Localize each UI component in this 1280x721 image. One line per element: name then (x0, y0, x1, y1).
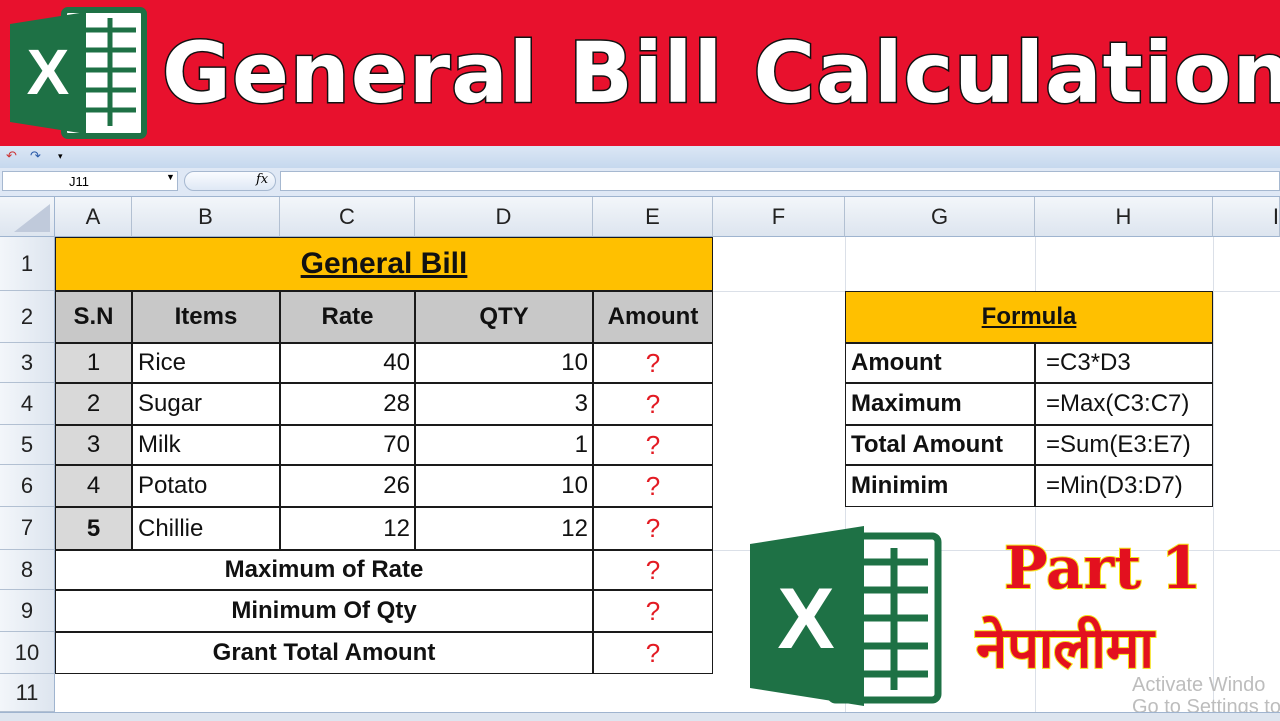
column-header-i[interactable]: I (1213, 197, 1280, 237)
summary-value-min-qty[interactable]: ? (593, 590, 713, 632)
select-all-button[interactable] (0, 197, 55, 237)
name-box[interactable]: J11 (2, 171, 178, 191)
qty-cell[interactable]: 10 (415, 465, 593, 507)
amount-cell[interactable]: ? (593, 343, 713, 383)
row-header-8[interactable]: 8 (0, 550, 55, 590)
amount-cell[interactable]: ? (593, 465, 713, 507)
rate-cell[interactable]: 26 (280, 465, 415, 507)
qty-cell[interactable]: 12 (415, 507, 593, 550)
column-header-h[interactable]: H (1035, 197, 1213, 237)
summary-label-total[interactable]: Grant Total Amount (55, 632, 593, 674)
sn-cell[interactable]: 1 (55, 343, 132, 383)
row-header-7[interactable]: 7 (0, 507, 55, 550)
insert-function-icon[interactable]: fx (256, 172, 268, 187)
column-header-e[interactable]: E (593, 197, 713, 237)
language-label: नेपालीमा (975, 615, 1155, 682)
excel-logo-icon: X (10, 7, 147, 139)
formula-label[interactable]: Total Amount (845, 425, 1035, 465)
formula-value[interactable]: =Min(D3:D7) (1035, 465, 1213, 507)
excel-logo-icon: X (750, 526, 942, 706)
rate-cell[interactable]: 12 (280, 507, 415, 550)
redo-icon[interactable]: ↷ (30, 148, 41, 164)
row-header-5[interactable]: 5 (0, 425, 55, 465)
formula-title-cell[interactable]: Formula (845, 291, 1213, 343)
summary-label-min-qty[interactable]: Minimum Of Qty (55, 590, 593, 632)
formula-value[interactable]: =Max(C3:C7) (1035, 383, 1213, 425)
item-cell[interactable]: Rice (132, 343, 280, 383)
summary-label-max-rate[interactable]: Maximum of Rate (55, 550, 593, 590)
rate-cell[interactable]: 70 (280, 425, 415, 465)
header-rate[interactable]: Rate (280, 291, 415, 343)
qty-cell[interactable]: 1 (415, 425, 593, 465)
rate-cell[interactable]: 28 (280, 383, 415, 425)
summary-value-total[interactable]: ? (593, 632, 713, 674)
column-header-g[interactable]: G (845, 197, 1035, 237)
sn-cell[interactable]: 5 (55, 507, 132, 550)
header-sn[interactable]: S.N (55, 291, 132, 343)
row-header-6[interactable]: 6 (0, 465, 55, 507)
formula-value[interactable]: =C3*D3 (1035, 343, 1213, 383)
amount-cell[interactable]: ? (593, 507, 713, 550)
row-header-9[interactable]: 9 (0, 590, 55, 632)
row-header-10[interactable]: 10 (0, 632, 55, 674)
column-header-f[interactable]: F (713, 197, 845, 237)
item-cell[interactable]: Milk (132, 425, 280, 465)
sn-cell[interactable]: 3 (55, 425, 132, 465)
rate-cell[interactable]: 40 (280, 343, 415, 383)
amount-cell[interactable]: ? (593, 425, 713, 465)
svg-text:X: X (777, 571, 834, 667)
bill-title-cell[interactable]: General Bill (55, 237, 713, 291)
quick-access-toolbar: ↶ ↷ ▾ (0, 146, 1280, 168)
summary-value-max-rate[interactable]: ? (593, 550, 713, 590)
header-items[interactable]: Items (132, 291, 280, 343)
column-header-a[interactable]: A (55, 197, 132, 237)
sn-cell[interactable]: 2 (55, 383, 132, 425)
amount-cell[interactable]: ? (593, 383, 713, 425)
header-qty[interactable]: QTY (415, 291, 593, 343)
column-header-d[interactable]: D (415, 197, 593, 237)
formula-bar: J11 ▼ fx (0, 168, 1280, 197)
row-header-1[interactable]: 1 (0, 237, 55, 291)
row-header-2[interactable]: 2 (0, 291, 55, 343)
column-header-b[interactable]: B (132, 197, 280, 237)
qty-cell[interactable]: 3 (415, 383, 593, 425)
header-amount[interactable]: Amount (593, 291, 713, 343)
formula-label[interactable]: Amount (845, 343, 1035, 383)
item-cell[interactable]: Sugar (132, 383, 280, 425)
formula-input[interactable] (280, 171, 1280, 191)
row-header-3[interactable]: 3 (0, 343, 55, 383)
formula-value[interactable]: =Sum(E3:E7) (1035, 425, 1213, 465)
column-header-c[interactable]: C (280, 197, 415, 237)
svg-text:X: X (27, 36, 70, 108)
undo-icon[interactable]: ↶ (6, 148, 17, 164)
formula-label[interactable]: Maximum (845, 383, 1035, 425)
part-label: Part 1 (1003, 533, 1203, 603)
item-cell[interactable]: Chillie (132, 507, 280, 550)
sn-cell[interactable]: 4 (55, 465, 132, 507)
row-header-4[interactable]: 4 (0, 383, 55, 425)
row-header-11[interactable]: 11 (0, 674, 55, 712)
formula-label[interactable]: Minimim (845, 465, 1035, 507)
video-title: General Bill Calculation (160, 23, 1280, 124)
bill-title: General Bill (300, 247, 468, 280)
item-cell[interactable]: Potato (132, 465, 280, 507)
customize-toolbar-icon[interactable]: ▾ (58, 151, 63, 162)
title-banner: X General Bill Calculation (0, 0, 1280, 146)
watermark-line-1: Activate Windo (1132, 674, 1266, 696)
qty-cell[interactable]: 10 (415, 343, 593, 383)
formula-title: Formula (981, 303, 1077, 330)
chevron-down-icon[interactable]: ▼ (166, 172, 175, 182)
